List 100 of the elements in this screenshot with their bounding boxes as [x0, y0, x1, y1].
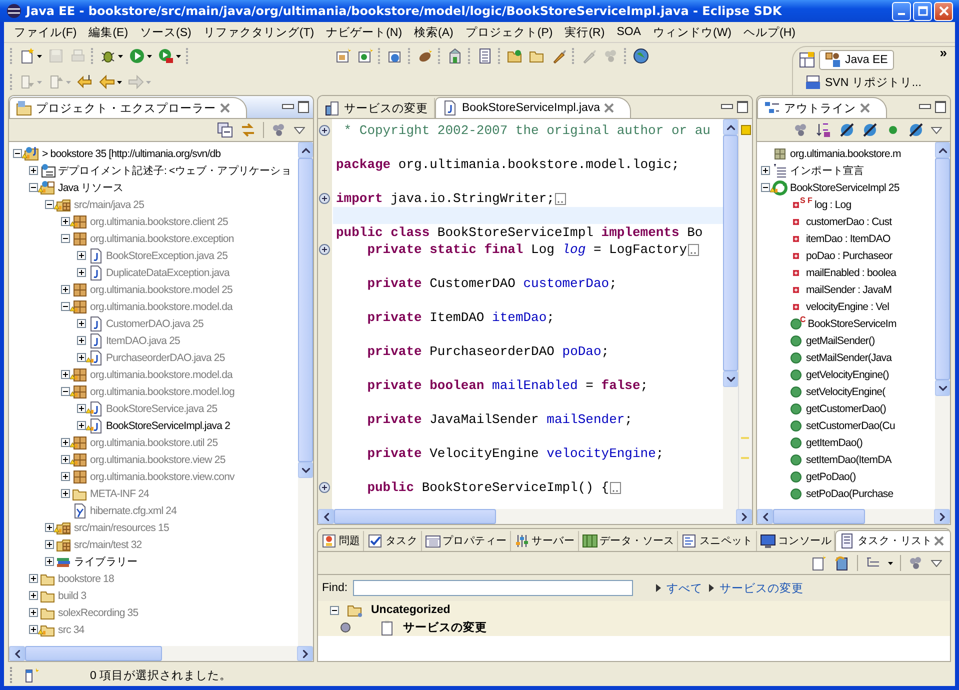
dropdown-arrow-icon[interactable]	[147, 54, 152, 58]
fast-view-icon[interactable]	[24, 667, 40, 683]
expand-toggle[interactable]	[61, 472, 70, 481]
maximize-button[interactable]	[737, 101, 748, 113]
menu-item[interactable]: SOA	[610, 26, 647, 38]
expand-toggle[interactable]	[761, 166, 770, 175]
dropdown-arrow-icon[interactable]	[888, 562, 893, 564]
maximize-icon[interactable]	[918, 6, 928, 16]
balls-icon[interactable]	[271, 122, 287, 138]
tree-item[interactable]: BookStoreServiceImpl.java 2	[106, 420, 230, 432]
folded-code-icon[interactable]	[688, 244, 700, 256]
new-class-icon[interactable]	[357, 48, 373, 64]
hide-fields-icon[interactable]	[839, 122, 855, 138]
view-menu-icon[interactable]	[931, 560, 942, 566]
tree-item[interactable]: org.ultimania.bookstore.view.conv	[90, 470, 234, 482]
fold-toggle-icon[interactable]	[319, 125, 330, 136]
collapse-all-icon[interactable]	[217, 122, 233, 138]
folded-code-icon[interactable]	[610, 482, 622, 494]
tree-item[interactable]: src/main/resources 15	[74, 522, 169, 534]
dropdown-arrow-icon[interactable]	[117, 80, 122, 84]
expand-toggle[interactable]	[45, 557, 54, 566]
tree-item[interactable]: org.ultimania.bookstore.exception	[90, 232, 234, 244]
menu-item[interactable]: ソース(S)	[134, 24, 198, 40]
tree-item[interactable]: getPoDao()	[806, 470, 856, 482]
tree-item[interactable]: org.ultimania.bookstore.util 25	[90, 436, 218, 448]
scroll-up-icon[interactable]	[938, 148, 946, 152]
brush-icon[interactable]	[551, 48, 567, 64]
horizontal-scrollbar[interactable]	[757, 509, 950, 524]
filter-link[interactable]: すべて	[666, 580, 703, 596]
close-icon[interactable]	[604, 103, 614, 113]
expand-toggle[interactable]	[61, 489, 70, 498]
expand-toggle[interactable]	[61, 217, 70, 226]
tree-item[interactable]: org.ultimania.bookstore.view 25	[90, 454, 226, 466]
expand-toggle[interactable]	[29, 591, 38, 600]
menu-item[interactable]: ファイル(F)	[8, 24, 83, 40]
hide-local-icon[interactable]	[908, 122, 924, 138]
tree-item[interactable]: setMailSender(Java	[806, 352, 892, 364]
balls-icon[interactable]	[908, 555, 924, 571]
expand-toggle[interactable]	[45, 540, 54, 549]
tree-item[interactable]: ItemDAO.java 25	[106, 334, 180, 346]
overview-marker[interactable]	[741, 457, 749, 459]
expand-toggle[interactable]	[77, 251, 86, 260]
maximize-button[interactable]	[298, 101, 309, 113]
tree-item[interactable]: DuplicateDataException.java	[106, 266, 230, 278]
tree-item[interactable]: org.ultimania.bookstore.m	[790, 148, 901, 160]
minimize-button[interactable]	[919, 104, 931, 109]
tree-item[interactable]: インポート宣言	[790, 164, 864, 178]
dropdown-arrow-icon[interactable]	[118, 54, 123, 58]
view-menu-icon[interactable]	[931, 126, 942, 134]
tree-item[interactable]: META-INF 24	[90, 488, 149, 500]
tree-item[interactable]: org.ultimania.bookstore.client 25	[90, 216, 228, 228]
view-tab[interactable]: プロパティー	[422, 531, 511, 551]
expand-toggle[interactable]	[61, 234, 70, 243]
tree-item[interactable]: bookstore 18	[58, 572, 114, 584]
tree-item[interactable]: velocityEngine : Vel	[806, 300, 890, 312]
expand-toggle[interactable]	[61, 370, 70, 379]
menu-item[interactable]: ウィンドウ(W)	[646, 24, 738, 40]
view-tab[interactable]: タスク・リスト	[835, 530, 950, 551]
scroll-down-icon[interactable]	[938, 386, 946, 391]
view-tab[interactable]: 問題	[318, 531, 364, 551]
tree-item[interactable]: org.ultimania.bookstore.model.log	[90, 386, 234, 398]
run-tool-icon[interactable]	[158, 48, 174, 64]
expand-toggle[interactable]	[13, 149, 22, 158]
tree-item[interactable]: setVelocityEngine(	[806, 386, 886, 398]
tree-item[interactable]: itemDao : ItemDAO	[806, 232, 890, 244]
scroll-up-icon[interactable]	[726, 124, 734, 130]
warning-marker[interactable]	[741, 125, 751, 135]
tree-item[interactable]: Java リソース	[58, 180, 124, 194]
menu-item[interactable]: 検索(A)	[408, 24, 460, 40]
tree-item[interactable]: setCustomerDao(Cu	[806, 420, 895, 432]
link-icon[interactable]	[240, 122, 256, 138]
menu-item[interactable]: ナビゲート(N)	[320, 24, 408, 40]
scroll-down-icon[interactable]	[302, 468, 310, 473]
maximize-button[interactable]	[935, 101, 946, 113]
overview-marker[interactable]	[741, 437, 749, 439]
tree-item[interactable]: src/main/test 32	[74, 538, 142, 550]
new-task-icon[interactable]	[811, 555, 827, 571]
horizontal-scrollbar[interactable]	[9, 646, 313, 661]
tree-item[interactable]: BookStoreService.java 25	[106, 402, 218, 414]
new-file-icon[interactable]	[19, 48, 35, 64]
tree-item[interactable]: poDao : Purchaseor	[806, 250, 892, 262]
tree-item[interactable]: setItemDao(ItemDA	[806, 454, 892, 466]
scroll-left-icon[interactable]	[324, 512, 328, 520]
task-label[interactable]: サービスの変更	[403, 620, 487, 635]
view-tab[interactable]: タスク	[364, 531, 422, 551]
expand-toggle[interactable]	[29, 574, 38, 583]
fold-toggle-icon[interactable]	[319, 193, 330, 204]
view-tab[interactable]: アウトライン	[757, 97, 887, 118]
server-icon[interactable]	[447, 48, 463, 64]
bean-icon[interactable]	[417, 48, 433, 64]
dropdown-arrow-icon[interactable]	[176, 54, 181, 58]
close-icon[interactable]	[220, 103, 230, 113]
expand-toggle[interactable]	[45, 523, 54, 532]
horizontal-scrollbar[interactable]	[318, 509, 752, 524]
tree-item[interactable]: org.ultimania.bookstore.model.da	[90, 300, 232, 312]
minimize-button[interactable]	[282, 104, 294, 109]
tree-item[interactable]: ライブラリー	[74, 554, 138, 568]
dropdown-arrow-icon[interactable]	[37, 54, 42, 58]
folder-icon[interactable]	[507, 48, 523, 64]
vertical-scrollbar[interactable]	[723, 119, 738, 509]
